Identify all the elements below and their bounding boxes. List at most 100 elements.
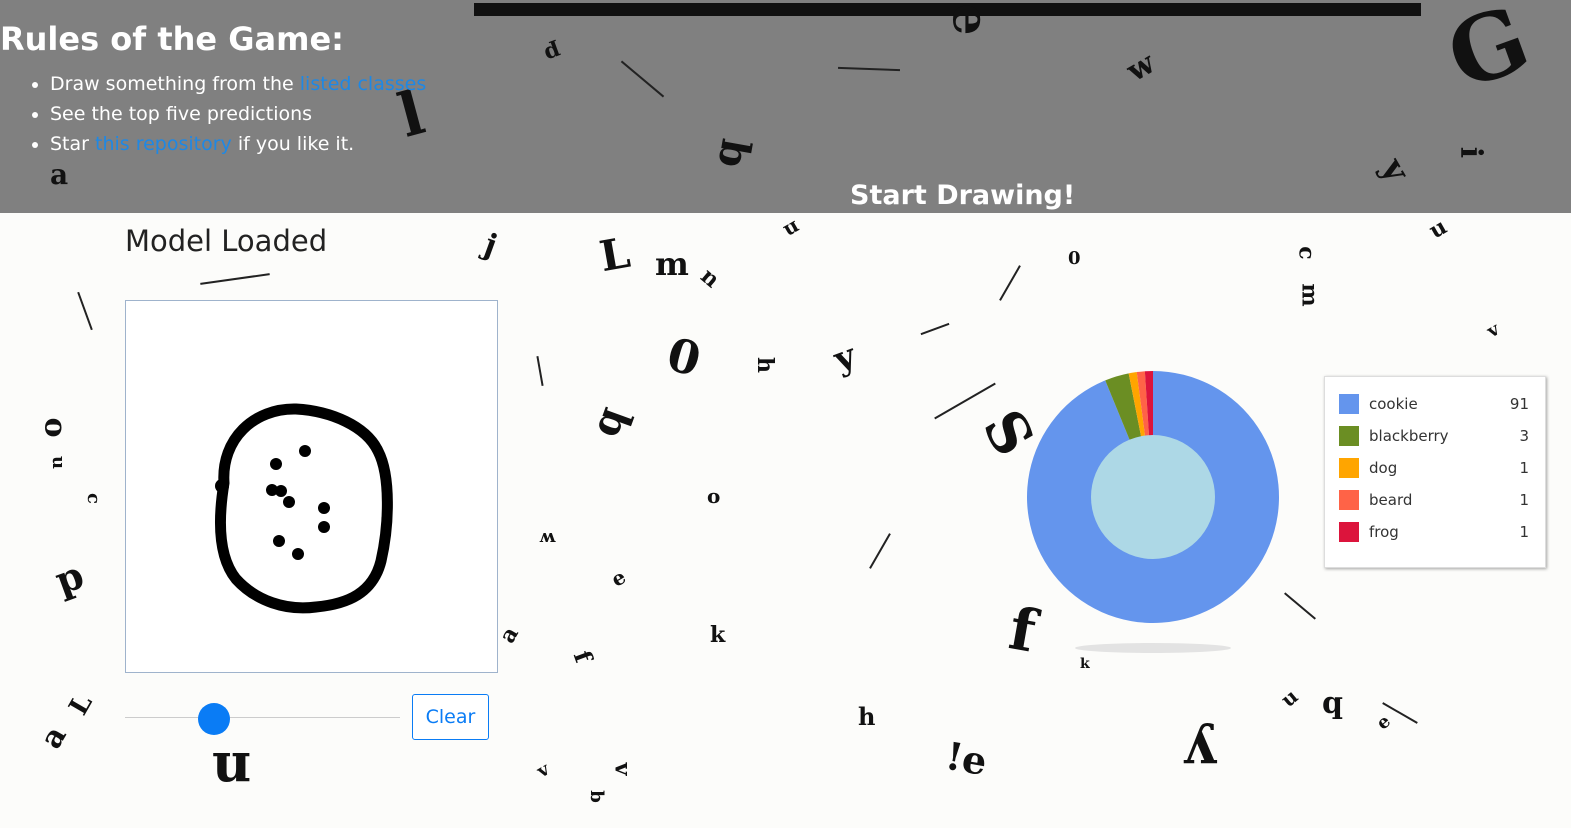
bg-glyph: n bbox=[212, 740, 252, 804]
start-drawing-heading: Start Drawing! bbox=[850, 180, 1076, 211]
bg-glyph: c bbox=[82, 493, 104, 504]
bg-glyph: 0 bbox=[1068, 248, 1081, 269]
rule-item: Draw something from the listed classes bbox=[50, 70, 426, 100]
bg-glyph: v bbox=[609, 762, 636, 776]
bg-glyph: i bbox=[1453, 146, 1489, 159]
bg-glyph: o bbox=[37, 417, 73, 438]
cookie-outline bbox=[214, 403, 393, 614]
legend-label: dog bbox=[1369, 459, 1398, 477]
stroke-dot bbox=[215, 479, 229, 493]
drawing-canvas[interactable] bbox=[125, 300, 498, 673]
legend-item-cookie: cookie 91 bbox=[1339, 394, 1529, 416]
bg-glyph: p bbox=[541, 38, 565, 68]
bg-stroke bbox=[620, 60, 665, 98]
bg-glyph: p bbox=[49, 551, 90, 604]
bg-stroke bbox=[999, 265, 1021, 301]
legend-swatch bbox=[1339, 426, 1359, 446]
bg-stroke bbox=[77, 291, 93, 331]
rule-text: if you like it. bbox=[231, 133, 355, 155]
bg-glyph: e bbox=[941, 3, 1001, 36]
bg-glyph: e bbox=[606, 564, 630, 592]
bg-glyph: !e bbox=[942, 732, 991, 785]
bg-glyph: L bbox=[595, 227, 634, 282]
stroke-dot bbox=[283, 496, 295, 508]
bg-glyph: e bbox=[1372, 710, 1395, 735]
legend-value: 1 bbox=[1519, 491, 1529, 509]
rule-text: Star bbox=[50, 133, 96, 155]
stroke-dot bbox=[299, 445, 311, 457]
bg-stroke bbox=[536, 356, 544, 386]
slider-track bbox=[125, 717, 400, 718]
bg-stroke bbox=[934, 382, 996, 420]
bg-stroke bbox=[869, 533, 891, 569]
bg-glyph: y bbox=[1372, 151, 1418, 189]
bg-glyph: u bbox=[1275, 684, 1303, 712]
bg-glyph: a bbox=[50, 158, 69, 191]
bg-glyph: y bbox=[828, 335, 862, 381]
model-status: Model Loaded bbox=[125, 224, 328, 258]
legend-value: 3 bbox=[1519, 427, 1529, 445]
bg-stroke bbox=[1284, 592, 1316, 620]
bg-glyph: h bbox=[858, 702, 876, 731]
slider-thumb[interactable] bbox=[198, 703, 230, 735]
bg-glyph: b bbox=[585, 790, 607, 803]
bg-glyph: w bbox=[540, 528, 556, 549]
bg-glyph: 0 bbox=[661, 326, 707, 388]
rule-text: See the top five predictions bbox=[50, 103, 313, 125]
legend-label: beard bbox=[1369, 491, 1413, 509]
bg-glyph: w bbox=[1120, 45, 1161, 90]
legend-swatch bbox=[1339, 490, 1359, 510]
user-drawing bbox=[214, 403, 393, 614]
rules-list: Draw something from the listed classes S… bbox=[30, 70, 426, 160]
bg-glyph: m bbox=[655, 245, 689, 283]
rules-title: Rules of the Game: bbox=[0, 20, 344, 58]
bg-glyph: a bbox=[33, 720, 74, 755]
donut-hole bbox=[1091, 435, 1215, 559]
legend-value: 1 bbox=[1519, 523, 1529, 541]
legend-label: frog bbox=[1369, 523, 1399, 541]
legend-swatch bbox=[1339, 458, 1359, 478]
legend-item-blackberry: blackberry 3 bbox=[1339, 426, 1529, 448]
stroke-dot bbox=[275, 485, 287, 497]
bg-glyph: v bbox=[533, 758, 554, 783]
bg-glyph: h bbox=[752, 357, 778, 373]
repository-link[interactable]: this repository bbox=[95, 133, 232, 155]
legend-label: cookie bbox=[1369, 395, 1418, 413]
bg-glyph: n bbox=[779, 215, 805, 245]
bg-glyph: o bbox=[707, 484, 721, 508]
bg-glyph: v bbox=[1483, 318, 1504, 343]
chart-legend: cookie 91 blackberry 3 dog 1 beard 1 frog 1 bbox=[1324, 376, 1546, 568]
bg-glyph: y bbox=[1185, 722, 1217, 786]
clear-button[interactable]: Clear bbox=[412, 694, 489, 740]
rule-item: See the top five predictions bbox=[50, 100, 426, 130]
chart-shadow bbox=[1075, 643, 1231, 653]
donut-chart bbox=[1027, 371, 1279, 653]
rules-banner: e G p b w y i a l Rules of the Game: Dra… bbox=[0, 0, 1571, 213]
bg-glyph: f bbox=[567, 646, 599, 667]
rule-text: Draw something from the bbox=[50, 73, 300, 95]
bg-glyph: G bbox=[1434, 0, 1543, 111]
bg-glyph: q bbox=[1322, 686, 1343, 721]
bg-stroke bbox=[920, 322, 950, 336]
brush-size-slider[interactable] bbox=[125, 700, 400, 736]
stroke-dot bbox=[318, 502, 330, 514]
rule-item: Star this repository if you like it. bbox=[50, 130, 426, 160]
bg-glyph: b bbox=[587, 402, 641, 445]
stroke-dot bbox=[292, 548, 304, 560]
bg-glyph: k bbox=[710, 622, 726, 648]
bg-glyph: L bbox=[63, 689, 99, 721]
bg-glyph: u bbox=[48, 455, 70, 470]
listed-classes-link[interactable]: listed classes bbox=[300, 73, 426, 95]
legend-item-frog: frog 1 bbox=[1339, 522, 1529, 544]
stroke-dot bbox=[273, 535, 285, 547]
bg-glyph: m bbox=[1296, 283, 1323, 307]
legend-label: blackberry bbox=[1369, 427, 1449, 445]
bg-glyph: b bbox=[708, 135, 760, 172]
bg-stroke bbox=[1382, 702, 1418, 724]
prediction-chart bbox=[1022, 368, 1284, 668]
legend-swatch bbox=[1339, 522, 1359, 542]
bg-stroke bbox=[837, 66, 901, 72]
stroke-dot bbox=[318, 521, 330, 533]
stroke-dot bbox=[270, 458, 282, 470]
legend-item-dog: dog 1 bbox=[1339, 458, 1529, 480]
